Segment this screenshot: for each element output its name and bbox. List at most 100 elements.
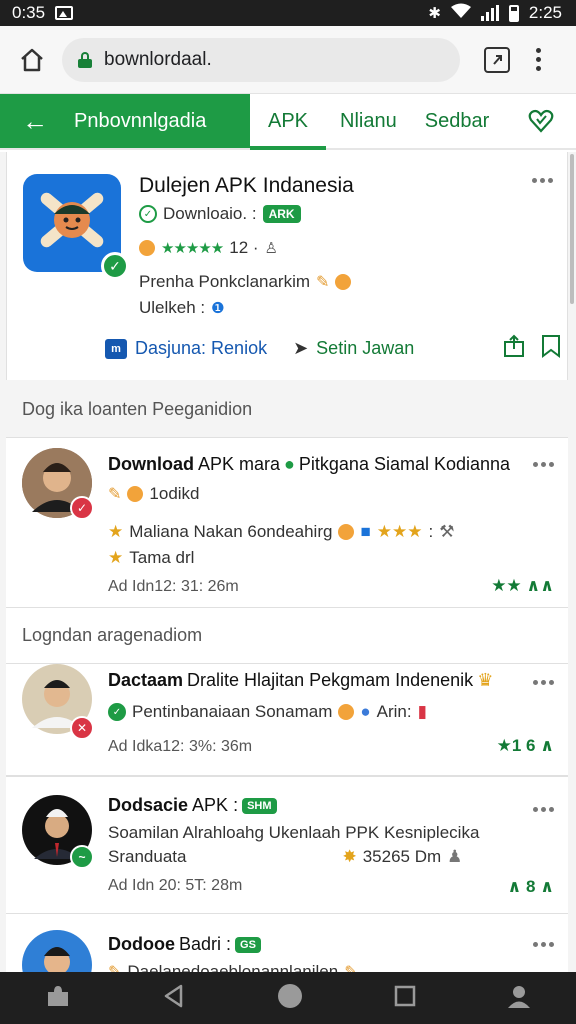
item-text-line: Sranduata ✸ 35265 Dm ♟ <box>108 847 462 867</box>
avatar: ~ <box>22 795 94 869</box>
item-title-rest: APK : <box>192 795 239 815</box>
user-icon: ♙ <box>264 240 278 257</box>
item-title-tail: Pitkgana Siamal Kodianna <box>298 454 511 474</box>
primary-action-label: Dasjuna: Reniok <box>135 338 268 358</box>
app-card[interactable]: ✓ Dulejen APK Indanesia ✓ Downloaio. : A… <box>6 152 568 380</box>
item-text-line: Soamilan Alrahloahg Ukenlaah PPK Kesnipl… <box>108 823 480 842</box>
item-text-tail: 35265 Dm <box>362 847 442 866</box>
category-tab-bar: ← Pnbovnnlgadia APK Nlianu Sedbar <box>0 94 576 150</box>
section-header: Dog ika loanten Peeganidion <box>6 382 568 438</box>
profile-icon[interactable] <box>506 983 532 1014</box>
item-stats[interactable]: ∧ 8 ∧ <box>507 877 554 897</box>
card-action-icons <box>503 334 561 363</box>
app-meta-label: Downloaio. : <box>163 204 257 223</box>
more-options-icon[interactable] <box>533 462 554 467</box>
item-title: Dodsacie APK : SHM <box>108 795 277 816</box>
star-icon: ✸ <box>342 847 357 866</box>
item-title-bold: Dactaam <box>108 670 184 690</box>
status-badge-icon: ✓ <box>70 496 94 520</box>
status-time-left: 0:35 <box>12 3 46 22</box>
system-nav-bar <box>0 972 576 1024</box>
emoji-icon <box>338 524 355 540</box>
item-title: Download APK mara ● Pitkgana Siamal Kodi… <box>108 454 510 475</box>
home-circle-icon[interactable] <box>276 982 304 1015</box>
item-text: Maliana Nakan 6ondeahirg <box>129 522 333 541</box>
list-item[interactable]: ✓ Download APK mara ● Pitkgana Siamal Ko… <box>6 438 568 608</box>
item-stats[interactable]: ★1 6 ∧ <box>497 736 554 756</box>
status-badge-icon: ✕ <box>70 716 94 740</box>
item-title-rest: Badri : <box>179 934 232 954</box>
recents-square-icon[interactable] <box>393 984 417 1013</box>
share-icon[interactable] <box>503 334 525 363</box>
puzzle-icon[interactable] <box>44 982 72 1015</box>
user-icon: ♟ <box>447 847 463 866</box>
more-options-icon[interactable] <box>532 178 553 183</box>
item-stats[interactable]: ★★ ∧∧ <box>491 576 554 596</box>
signal-icon <box>480 5 499 21</box>
rating-stars-icon: ★★★ <box>376 522 423 541</box>
tabs-icon[interactable] <box>484 46 510 73</box>
info-icon: ❶ <box>211 300 225 317</box>
app-description: Prenha Ponkclanarkim ✎ <box>139 272 352 292</box>
item-text: Tama drl <box>129 548 195 567</box>
address-bar[interactable]: bownlordaal. <box>62 37 460 82</box>
back-arrow-icon[interactable]: ← <box>22 108 48 134</box>
browser-toolbar: bownlordaal. <box>0 26 576 94</box>
scrollbar[interactable] <box>570 154 574 304</box>
bookmark-icon[interactable] <box>541 334 561 363</box>
item-title-rest: Dralite Hlajitan Pekgmam Indenenik <box>187 670 474 690</box>
list-item[interactable]: Dodooe Badri : GS ✎ Daelanedoaeblonannla… <box>6 914 568 972</box>
item-subline-text: 1odikd <box>149 484 200 503</box>
app-meta: ✓ Downloaio. : ARK <box>139 204 301 224</box>
tab-nlianu[interactable]: Nlianu <box>326 94 411 148</box>
m-icon: m <box>105 338 127 359</box>
star-icon: ★ <box>108 548 124 567</box>
flag-icon: ▮ <box>417 702 427 721</box>
lock-icon <box>78 51 92 68</box>
check-circle-icon: ✓ <box>139 205 157 223</box>
content-area[interactable]: ✓ Dulejen APK Indanesia ✓ Downloaio. : A… <box>0 152 576 972</box>
list-item[interactable]: ✕ Dactaam Dralite Hlajitan Pekgmam Inden… <box>6 664 568 776</box>
wifi-icon <box>450 3 471 24</box>
ball-icon: ● <box>360 702 371 721</box>
avatar: ✓ <box>22 448 94 520</box>
item-title-bold: Download <box>108 454 194 474</box>
item-timestamp: Ad Idka12: 3%: 36m <box>108 738 253 755</box>
back-triangle-icon[interactable] <box>161 983 187 1014</box>
secondary-action-button[interactable]: ➤ Setin Jawan <box>293 338 414 359</box>
tab-apk[interactable]: APK <box>250 94 327 150</box>
heart-icon[interactable] <box>528 94 554 148</box>
primary-action-button[interactable]: m Dasjuna: Reniok <box>105 338 267 359</box>
list-item[interactable]: ~ Dodsacie APK : SHM Soamilan Alrahloahg… <box>6 776 568 914</box>
arrow-icon: ➤ <box>293 338 309 358</box>
item-timestamp: Ad Idn 20: 5T: 28m <box>108 877 243 894</box>
verified-icon: ● <box>284 454 295 474</box>
battery-icon <box>508 4 519 22</box>
status-time-right: 2:25 <box>528 3 562 22</box>
item-text-line: ★ Maliana Nakan 6ondeahirg ■ ★★★ : ⚒ <box>108 522 454 542</box>
more-options-icon[interactable] <box>533 807 554 812</box>
app-icon[interactable]: ✓ <box>23 174 129 280</box>
check-circle-icon: ✓ <box>108 703 126 721</box>
item-text: Daelanedoaeblonannlanilen <box>127 962 339 972</box>
verified-check-icon: ✓ <box>101 252 129 280</box>
emoji-icon <box>139 240 155 256</box>
tab-sedbar[interactable]: Sedbar <box>411 94 504 148</box>
item-text-line: ✎ Daelanedoaeblonannlanilen ✎ <box>108 962 358 972</box>
pencil-icon: ✎ <box>108 486 122 503</box>
star-icon: ★ <box>108 522 124 541</box>
item-timestamp: Ad Idn12: 31: 26m <box>108 578 239 595</box>
more-options-icon[interactable] <box>533 680 554 685</box>
secondary-action-label: Setin Jawan <box>316 338 415 358</box>
more-options-icon[interactable] <box>533 942 554 947</box>
tab-active-category[interactable]: ← Pnbovnnlgadia <box>0 94 250 148</box>
pencil-icon: ✎ <box>316 274 330 291</box>
rating-count: 12 · <box>229 238 259 257</box>
item-subline: ✓ Pentinbanaiaan Sonamam ● Arin: ▮ <box>108 702 427 722</box>
home-icon[interactable] <box>14 42 50 78</box>
crown-icon: ♛ <box>477 670 494 690</box>
status-bar: 0:35 ✱ 2:25 <box>0 0 576 26</box>
pencil-icon: ✎ <box>108 962 121 972</box>
more-icon[interactable] <box>536 48 541 71</box>
item-text-tail: : <box>428 522 434 541</box>
